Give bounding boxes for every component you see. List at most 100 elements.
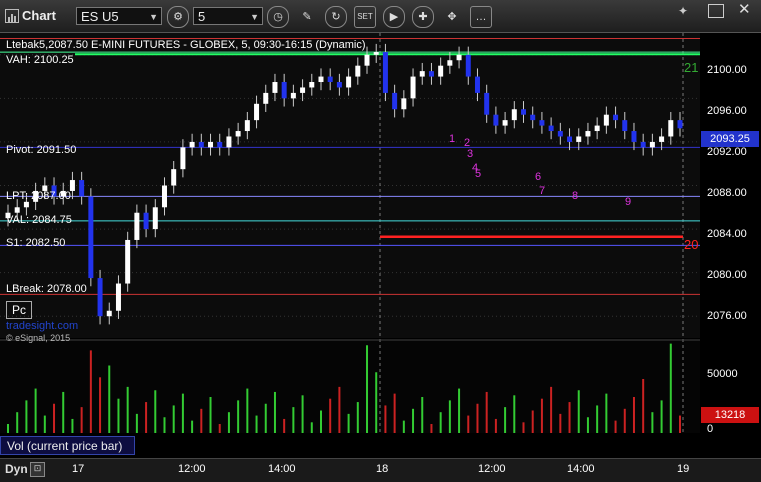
watermark: tradesight.com <box>6 320 79 332</box>
maximize-icon[interactable] <box>708 4 724 18</box>
td-count-label: 1 <box>449 133 455 145</box>
time-axis: Dyn ⊡ 17 12:00 14:00 18 12:00 14:00 19 <box>0 458 761 482</box>
candle-body <box>557 131 563 137</box>
candle-body <box>171 169 177 186</box>
close-icon[interactable]: ✕ <box>738 0 751 18</box>
candle-body <box>603 114 609 126</box>
chat-icon[interactable]: … <box>470 6 492 28</box>
candle-body <box>465 54 471 77</box>
candle-body <box>456 54 462 61</box>
candle-body <box>97 278 103 317</box>
pin-icon[interactable]: ✦ <box>678 4 688 18</box>
candle-body <box>115 283 121 311</box>
refresh-icon[interactable]: ↻ <box>325 6 347 28</box>
chart-toolbar: Chart ES U5 ▼ ⚙ 5 ▼ ◷ ✎ ↻ SET ▶ ✚ ✥ … ✦ … <box>0 0 761 33</box>
candle-body <box>649 141 655 148</box>
interval-dropdown[interactable]: 5 ▼ <box>193 7 263 25</box>
candle-body <box>493 114 499 126</box>
level-label-lpt: LPT: 2087.00 <box>6 190 71 202</box>
candle-body <box>23 201 29 208</box>
gear-icon[interactable]: ⚙ <box>167 6 189 28</box>
candle-body <box>180 147 186 170</box>
level-label-val: VAL: 2084.75 <box>6 214 72 226</box>
td-count-label: 5 <box>475 168 481 180</box>
draw-tool-icon[interactable]: SET <box>354 6 376 28</box>
dynamic-mode-label[interactable]: Dyn <box>5 462 28 476</box>
pencil-icon[interactable]: ✎ <box>296 6 318 28</box>
candle-body <box>217 141 223 148</box>
candle-body <box>511 109 517 121</box>
chevron-down-icon: ▼ <box>149 12 158 22</box>
candle-body <box>327 76 333 83</box>
candle-body <box>143 212 149 230</box>
copyright: © eSignal, 2015 <box>6 333 71 343</box>
price-tick: 2096.00 <box>707 105 747 117</box>
td-count-label: 8 <box>572 190 578 202</box>
time-tick: 12:00 <box>178 463 206 475</box>
candle-body <box>502 120 508 126</box>
price-tick: 2084.00 <box>707 228 747 240</box>
candle-body <box>521 109 527 115</box>
candle-body <box>401 98 407 110</box>
candle-body <box>189 141 195 148</box>
candle-body <box>346 76 352 88</box>
candle-body <box>447 60 453 66</box>
candle-body <box>622 120 628 132</box>
candle-body <box>585 131 591 137</box>
volume-study-label[interactable]: Vol (current price bar) <box>0 436 135 455</box>
candle-body <box>668 120 674 137</box>
candle-body <box>161 185 167 208</box>
candle-body <box>208 141 214 148</box>
td-count-label: 9 <box>625 196 631 208</box>
candle-body <box>318 76 324 83</box>
lock-icon[interactable]: ⊡ <box>30 462 45 477</box>
marker-20: 20 <box>684 237 699 252</box>
candle-body <box>659 136 665 142</box>
candle-body <box>428 71 434 77</box>
chevron-down-icon: ▼ <box>250 12 259 22</box>
candle-body <box>382 52 388 93</box>
symbol-dropdown[interactable]: ES U5 ▼ <box>76 7 162 25</box>
price-tick: 2080.00 <box>707 269 747 281</box>
pc-button[interactable]: Pc <box>6 301 32 319</box>
candle-body <box>309 82 315 88</box>
price-tick: 2076.00 <box>707 310 747 322</box>
candle-body <box>106 310 112 317</box>
price-chart[interactable]: 1 2345 67 8 9 <box>0 33 761 458</box>
candle-body <box>125 239 131 284</box>
candle-body <box>14 207 20 213</box>
time-tick: 12:00 <box>478 463 506 475</box>
candle-body <box>281 82 287 99</box>
td-count-label: 6 <box>535 171 541 183</box>
current-price-badge: 2093.25 <box>701 131 759 147</box>
candle-body <box>79 180 85 197</box>
clock-icon[interactable]: ◷ <box>267 6 289 28</box>
candle-body <box>300 87 306 93</box>
time-tick: 14:00 <box>567 463 595 475</box>
candle-body <box>576 136 582 142</box>
time-tick: 18 <box>376 463 389 475</box>
candle-body <box>484 92 490 115</box>
current-volume-badge: 13218 <box>701 407 759 423</box>
candle-body <box>263 92 269 104</box>
candle-body <box>235 131 241 137</box>
candle-body <box>530 114 536 121</box>
candle-body <box>548 125 554 132</box>
interval-value: 5 <box>198 9 206 24</box>
crosshair-icon[interactable]: ✚ <box>412 6 434 28</box>
level-label-pivot: Pivot: 2091.50 <box>6 144 77 156</box>
chart-plot-area[interactable]: 123456789 Ltebak5,2087.50 E-MINI FUTURES… <box>0 33 761 458</box>
volume-tick: 50000 <box>707 368 738 380</box>
candle-body <box>567 136 573 142</box>
volume-tick: 0 <box>707 423 714 435</box>
candle-body <box>373 52 379 55</box>
candle-body <box>392 92 398 110</box>
candle-body <box>355 65 361 77</box>
td-count-label: 7 <box>539 185 545 197</box>
level-label-s1: S1: 2082.50 <box>6 237 66 249</box>
app-label: Chart <box>22 8 56 23</box>
pin-icon[interactable]: ✥ <box>441 6 463 28</box>
play-icon[interactable]: ▶ <box>383 6 405 28</box>
level-label-vah: VAH: 2100.25 <box>6 54 74 66</box>
candle-body <box>254 103 260 121</box>
